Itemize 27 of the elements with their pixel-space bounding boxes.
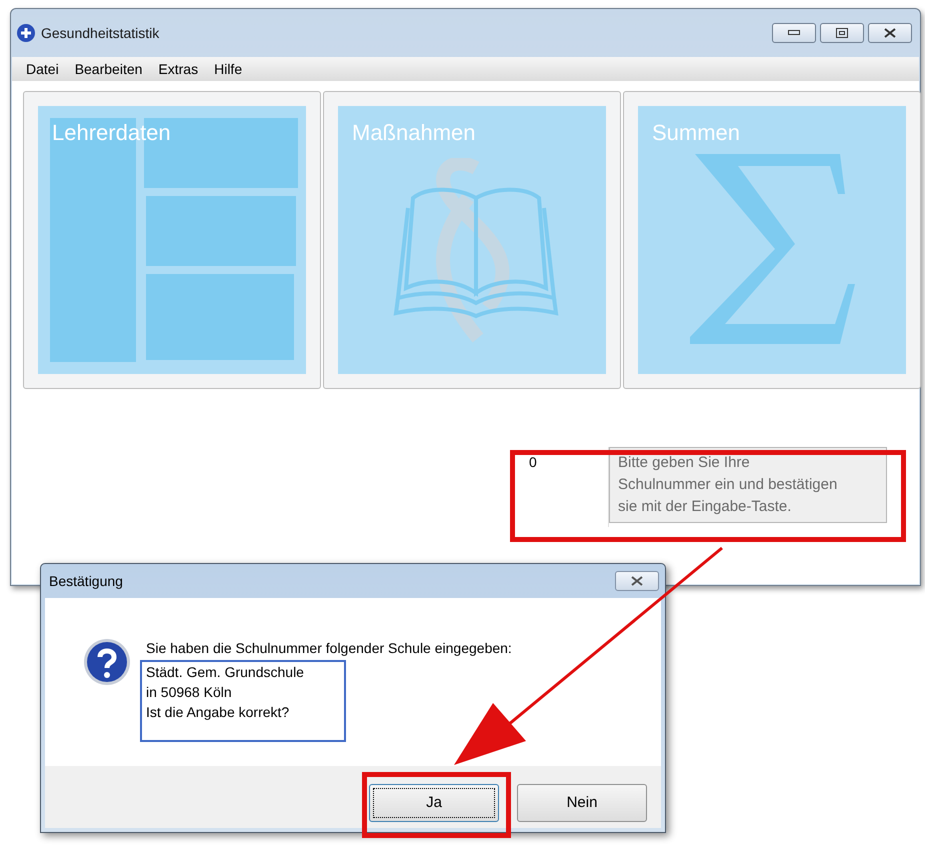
close-icon [630,576,644,586]
dialog-detail-line: Ist die Angabe korrekt? [146,703,290,722]
menu-item[interactable]: Extras [152,58,204,80]
maximize-button[interactable] [820,23,864,43]
minimize-icon [788,30,800,36]
hint-text: Bitte geben Sie Ihre Schulnummer ein und bestätigen sie mit der Eingabe-Taste. [609,447,887,523]
minimize-button[interactable] [772,23,816,43]
tile-label: Summen [652,119,740,147]
menu-item[interactable]: Bearbeiten [68,58,148,80]
menu-item[interactable]: Hilfe [208,58,248,80]
tile-label: Lehrerdaten [52,119,171,147]
layout-icon [50,118,298,362]
dialog-message: Sie haben die Schulnummer folgender Schule eingegeben: [146,639,512,658]
menu-item[interactable]: Datei [20,58,65,80]
dialog-detail-line: in 50968 Köln [146,683,233,702]
dialog-button[interactable]: Nein [517,784,647,822]
question-icon [83,638,131,686]
tile-label: Maßnahmen [352,119,476,147]
close-icon [883,28,897,38]
dialog-button[interactable]: Ja [369,784,499,822]
plus-icon [17,24,35,42]
maximize-icon [836,28,848,38]
dialog-title: Bestätigung [49,572,123,591]
close-button[interactable] [868,23,912,43]
close-button[interactable] [615,571,659,591]
dialog-detail-line: Städt. Gem. Grundschule [146,663,305,682]
window-title: Gesundheitstatistik [41,24,160,42]
